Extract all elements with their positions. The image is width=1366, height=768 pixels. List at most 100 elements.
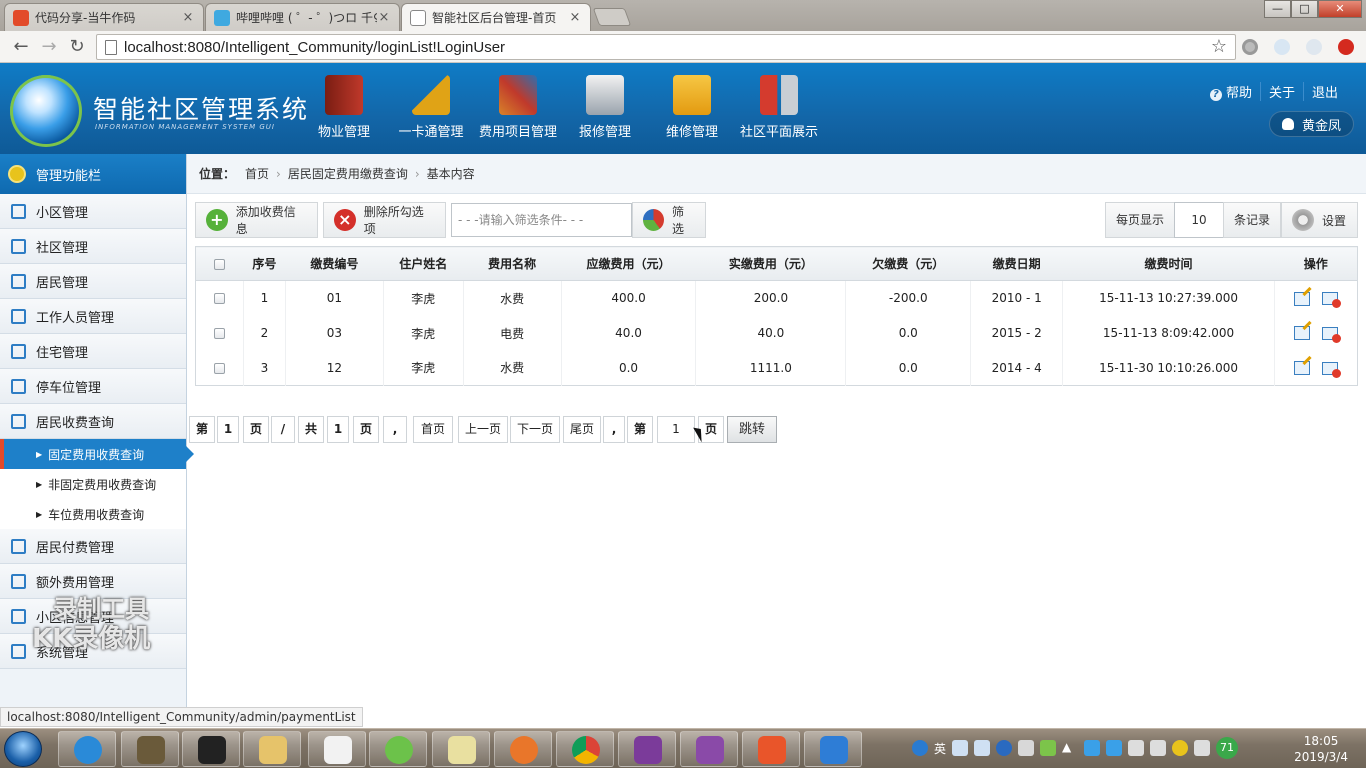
security-badge[interactable]: 71: [1216, 737, 1239, 759]
breadcrumb-section[interactable]: 居民固定费用缴费查询: [288, 165, 408, 182]
add-fee-button[interactable]: + 添加收费信息: [195, 202, 318, 238]
row-checkbox[interactable]: [213, 328, 225, 339]
taskbar-app[interactable]: [432, 731, 490, 767]
address-bar[interactable]: localhost:8080/Intelligent_Community/log…: [96, 34, 1236, 60]
taskbar-app[interactable]: [243, 731, 301, 767]
nav-repair-report[interactable]: 报修管理: [561, 75, 649, 140]
extension-icon[interactable]: [1242, 39, 1258, 55]
calendar-icon: [11, 608, 26, 624]
battery-icon[interactable]: [1040, 740, 1057, 756]
tray-icon[interactable]: [1194, 740, 1211, 756]
taskbar-app[interactable]: [58, 731, 116, 767]
keyboard-icon[interactable]: [952, 740, 969, 756]
jump-page-input[interactable]: 1: [657, 416, 695, 443]
delete-icon[interactable]: [1321, 361, 1341, 378]
taskbar-app[interactable]: [494, 731, 552, 767]
taskbar-app[interactable]: [804, 731, 862, 767]
calendar-icon: [11, 343, 26, 359]
input-method-icon[interactable]: [912, 740, 928, 756]
sidebar-item-staff[interactable]: 工作人员管理: [0, 299, 186, 334]
tab-close-icon[interactable]: ×: [568, 10, 582, 25]
star-icon[interactable]: [1084, 740, 1101, 756]
browser-tab-1[interactable]: 代码分享-当牛作码 ×: [4, 3, 204, 31]
sidebar-item-community[interactable]: 社区管理: [0, 229, 186, 264]
browser-tab-2[interactable]: 哔哩哔哩 ( ゜- ゜)つロ 千♀ ×: [205, 3, 400, 31]
delete-icon[interactable]: [1321, 292, 1341, 308]
tray-icon[interactable]: [1018, 740, 1035, 756]
logout-link[interactable]: 退出: [1302, 82, 1346, 101]
taskbar-app[interactable]: [308, 731, 366, 767]
nav-property[interactable]: 物业管理: [300, 75, 388, 140]
nav-fee-items[interactable]: 费用项目管理: [474, 75, 562, 140]
sidebar-subitem-nonfixed-fee[interactable]: ▶ 非固定费用收费查询: [0, 469, 186, 499]
back-button[interactable]: ←: [10, 36, 32, 58]
help-icon[interactable]: [996, 740, 1013, 756]
new-tab-button[interactable]: [592, 8, 632, 26]
delete-icon[interactable]: [1321, 326, 1341, 343]
tray-expand-icon[interactable]: ▲: [1062, 740, 1078, 756]
about-link[interactable]: 关于: [1259, 82, 1303, 101]
taskbar-app[interactable]: [121, 731, 179, 767]
sidebar-item-payments[interactable]: 居民付费管理: [0, 529, 186, 564]
edit-icon[interactable]: [1293, 291, 1310, 306]
sidebar-subitem-fixed-fee[interactable]: ▶ 固定费用收费查询: [0, 439, 194, 469]
per-page-input[interactable]: 10: [1174, 202, 1224, 238]
settings-icon[interactable]: [974, 740, 991, 756]
row-checkbox[interactable]: [213, 362, 225, 374]
sidebar-item-residents[interactable]: 居民管理: [0, 264, 186, 299]
extension-icon[interactable]: [1274, 39, 1290, 55]
sidebar-item-fee-query[interactable]: 居民收费查询: [0, 404, 186, 439]
star-icon[interactable]: [1106, 740, 1123, 756]
filter-button[interactable]: 筛选: [632, 202, 706, 238]
browser-tab-3[interactable]: 智能社区后台管理-首页 ×: [401, 3, 591, 31]
select-all-checkbox[interactable]: [214, 258, 226, 270]
forward-button[interactable]: →: [38, 36, 60, 58]
page-info-icon[interactable]: [105, 40, 117, 55]
start-button[interactable]: [4, 731, 42, 767]
maximize-button[interactable]: □: [1291, 0, 1318, 18]
language-indicator[interactable]: 英: [934, 740, 946, 757]
reload-button[interactable]: ↻: [66, 36, 88, 58]
user-badge[interactable]: 黄金凤: [1268, 111, 1354, 137]
breadcrumb-home[interactable]: 首页: [245, 165, 269, 182]
button-label: 筛选: [672, 205, 685, 236]
tab-close-icon[interactable]: ×: [181, 10, 195, 25]
nav-card[interactable]: 一卡通管理: [387, 75, 475, 140]
minimize-button[interactable]: —: [1264, 0, 1291, 18]
filter-input[interactable]: - - -请输入筛选条件- - -: [451, 203, 632, 237]
next-page-button[interactable]: 下一页: [510, 416, 560, 443]
taskbar-app[interactable]: [618, 731, 676, 767]
taskbar-app[interactable]: [742, 731, 800, 767]
eclipse-icon: [137, 736, 165, 764]
taskbar-app[interactable]: [182, 731, 240, 767]
first-page-button[interactable]: 首页: [413, 416, 453, 443]
taskbar-clock[interactable]: 18:05 2019/3/4: [1294, 733, 1348, 765]
taskbar-app[interactable]: [369, 731, 427, 767]
taskbar-app[interactable]: [680, 731, 738, 767]
network-icon[interactable]: [1128, 740, 1145, 756]
sidebar-item-housing[interactable]: 住宅管理: [0, 334, 186, 369]
sidebar-item-district[interactable]: 小区管理: [0, 194, 186, 229]
volume-icon[interactable]: [1150, 740, 1167, 756]
tab-close-icon[interactable]: ×: [377, 10, 391, 25]
nav-maintenance[interactable]: 维修管理: [648, 75, 736, 140]
settings-button[interactable]: 设置: [1281, 202, 1358, 238]
row-checkbox[interactable]: [213, 293, 225, 305]
bookmark-star-icon[interactable]: ☆: [1211, 36, 1227, 57]
edit-icon[interactable]: [1293, 361, 1310, 375]
help-link[interactable]: ? 帮助: [1202, 82, 1260, 101]
sidebar-subitem-parking-fee[interactable]: ▶ 车位费用收费查询: [0, 499, 186, 529]
last-page-button[interactable]: 尾页: [563, 416, 601, 443]
select-all-cell[interactable]: [195, 246, 244, 281]
nav-community-map[interactable]: 社区平面展示: [735, 75, 823, 140]
jump-button[interactable]: 跳转: [727, 416, 777, 443]
delete-selected-button[interactable]: × 删除所勾选项: [323, 202, 446, 238]
sidebar-item-parking[interactable]: 停车位管理: [0, 369, 186, 404]
prev-page-button[interactable]: 上一页: [458, 416, 508, 443]
edit-icon[interactable]: [1293, 326, 1310, 341]
extension-icon[interactable]: [1306, 39, 1322, 55]
app-tray-icon[interactable]: [1172, 740, 1189, 756]
close-window-button[interactable]: ✕: [1318, 0, 1362, 18]
taskbar-app[interactable]: [556, 731, 614, 767]
extension-icon[interactable]: [1338, 39, 1354, 55]
